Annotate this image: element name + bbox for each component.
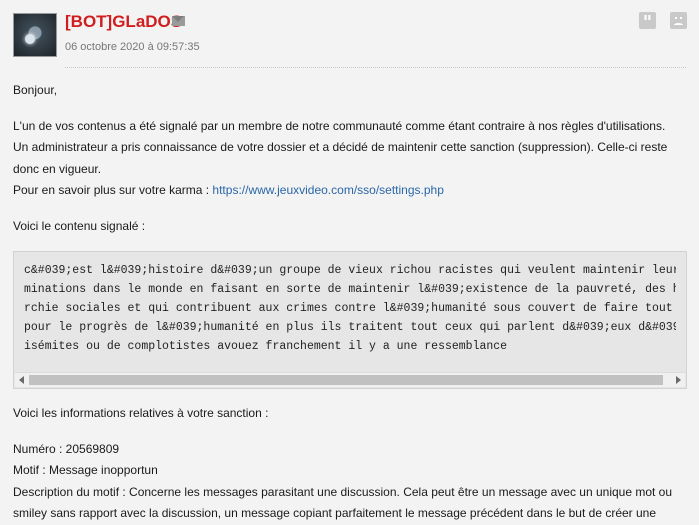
author-name[interactable]: [BOT]GLaDOS: [65, 12, 182, 32]
post-date[interactable]: 06 octobre 2020 à 09:57:35: [65, 41, 200, 53]
icon-eye-left: [675, 17, 677, 19]
icon-eye-right: [680, 17, 682, 19]
horizontal-scrollbar[interactable]: [15, 372, 685, 387]
avatar[interactable]: [13, 13, 57, 57]
reported-content-box: c&#039;est l&#039;histoire d&#039;un gro…: [13, 251, 687, 389]
avatar-lens: [25, 34, 35, 44]
greeting: Bonjour,: [13, 83, 58, 97]
post-header: [BOT]GLaDOS 06 octobre 2020 à 09:57:35 ": [0, 0, 699, 68]
notice-paragraph: L'un de vos contenus a été signalé par u…: [13, 116, 687, 202]
scroll-left-arrow-icon[interactable]: [19, 376, 24, 384]
report-icon[interactable]: [670, 12, 687, 29]
header-divider: [65, 67, 686, 68]
reported-content: c&#039;est l&#039;histoire d&#039;un gro…: [24, 261, 676, 361]
sanction-motif: Motif : Message inopportun: [13, 463, 158, 477]
notice-line-2: Un administrateur a pris connaissance de…: [13, 140, 668, 154]
notice-line-3: donc en vigueur.: [13, 161, 102, 176]
sanction-description-line-1: Description du motif : Concerne les mess…: [13, 484, 673, 499]
scroll-right-arrow-icon[interactable]: [676, 376, 681, 384]
post-content: Bonjour, L'un de vos contenus a été sign…: [13, 80, 687, 525]
reported-line: isémites ou de complotistes avouez franc…: [24, 340, 508, 353]
reported-intro: Voici le contenu signalé :: [13, 218, 146, 233]
envelope-icon[interactable]: [172, 16, 185, 26]
karma-link[interactable]: https://www.jeuxvideo.com/sso/settings.p…: [212, 183, 443, 197]
quote-icon[interactable]: ": [639, 12, 656, 33]
icon-mouth: [674, 23, 683, 27]
reported-line: pour le progrès de l&#039;humanité en pl…: [24, 321, 676, 334]
scroll-thumb[interactable]: [29, 375, 663, 385]
sanction-description-line-2: smiley sans rapport avec la discussion, …: [13, 506, 657, 520]
reported-line: rchie sociales et qui contribuent aux cr…: [24, 302, 676, 315]
reported-line: minations dans le monde en faisant en so…: [24, 283, 676, 296]
sanction-intro: Voici les informations relatives à votre…: [13, 406, 269, 420]
sanction-number: Numéro : 20569809: [13, 441, 120, 456]
karma-prefix: Pour en savoir plus sur votre karma :: [13, 183, 213, 197]
reported-line: c&#039;est l&#039;histoire d&#039;un gro…: [24, 264, 676, 277]
notice-line-1: L'un de vos contenus a été signalé par u…: [13, 118, 666, 133]
sanction-info: Numéro : 20569809 Motif : Message inoppo…: [13, 439, 687, 525]
